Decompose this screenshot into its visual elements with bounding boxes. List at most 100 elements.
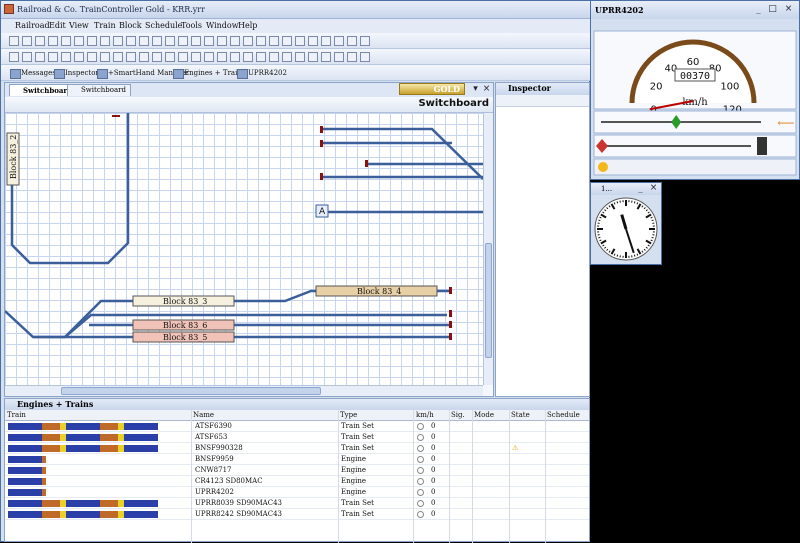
minimize-icon[interactable]: _ bbox=[753, 4, 764, 15]
toolbar-button[interactable] bbox=[347, 52, 357, 62]
col-train[interactable]: Train bbox=[7, 411, 26, 419]
toolbar-button[interactable] bbox=[113, 52, 123, 62]
table-row[interactable]: CNW8717Engine0 bbox=[5, 465, 589, 476]
track-loop-left[interactable] bbox=[12, 113, 128, 263]
toolbar-button[interactable] bbox=[100, 36, 110, 46]
toolbar-button[interactable] bbox=[321, 36, 331, 46]
toolbar-button[interactable] bbox=[217, 52, 227, 62]
col-type[interactable]: Type bbox=[340, 411, 357, 419]
toolbar-button[interactable] bbox=[152, 52, 162, 62]
toolbar-button[interactable] bbox=[230, 36, 240, 46]
toolbar-button[interactable] bbox=[230, 52, 240, 62]
col-schedule[interactable]: Schedule bbox=[547, 411, 580, 419]
toolbar-button[interactable] bbox=[308, 52, 318, 62]
maximize-icon[interactable]: □ bbox=[767, 4, 778, 15]
toolbar-button[interactable] bbox=[74, 36, 84, 46]
toolbar-button[interactable] bbox=[165, 36, 175, 46]
toolbar-button[interactable] bbox=[61, 36, 71, 46]
switchboard-grid[interactable]: A Block 83_2 Block 83_3 Block 83_4 Block… bbox=[5, 113, 483, 385]
toolbar-button[interactable] bbox=[282, 52, 292, 62]
toolbar-button[interactable] bbox=[217, 36, 227, 46]
toolbar-button[interactable] bbox=[347, 36, 357, 46]
horizontal-scrollbar[interactable] bbox=[5, 385, 483, 396]
speed-radio[interactable] bbox=[417, 445, 424, 452]
minimize-icon[interactable]: _ bbox=[635, 183, 646, 194]
col-speed[interactable]: km/h bbox=[416, 411, 434, 419]
menu-block[interactable]: Block bbox=[119, 21, 142, 30]
toolbar-button[interactable] bbox=[256, 52, 266, 62]
menu-edit[interactable]: Edit bbox=[49, 21, 66, 30]
table-row[interactable]: CR4123 SD80MACEngine0 bbox=[5, 476, 589, 487]
toolbar-button[interactable] bbox=[360, 52, 370, 62]
toolbar-button[interactable] bbox=[74, 52, 84, 62]
close-icon[interactable]: × bbox=[783, 4, 794, 15]
toolbar-button[interactable] bbox=[334, 52, 344, 62]
toolbar-button[interactable] bbox=[165, 52, 175, 62]
track-layout[interactable]: A Block 83_2 Block 83_3 Block 83_4 Block… bbox=[5, 113, 483, 385]
toolbar-button[interactable] bbox=[139, 52, 149, 62]
toolbar-button[interactable] bbox=[152, 36, 162, 46]
toolbar-button[interactable] bbox=[204, 52, 214, 62]
toolbar-button[interactable] bbox=[243, 36, 253, 46]
menu-railroad[interactable]: Railroad bbox=[15, 21, 50, 30]
close-icon[interactable]: × bbox=[481, 84, 492, 95]
table-row[interactable]: ATSF653Train Set0 bbox=[5, 432, 589, 443]
table-row[interactable]: UPRR8242 SD90MAC43Train Set0 bbox=[5, 509, 589, 520]
toolbar-button[interactable] bbox=[360, 36, 370, 46]
toolbar-messages[interactable]: Messages bbox=[9, 68, 56, 79]
toolbar-button[interactable] bbox=[269, 52, 279, 62]
toolbar-button[interactable] bbox=[191, 36, 201, 46]
toolbar-button[interactable] bbox=[204, 36, 214, 46]
track-yard-1[interactable] bbox=[322, 129, 483, 179]
scroll-thumb[interactable] bbox=[485, 243, 492, 358]
toolbar-button[interactable] bbox=[35, 52, 45, 62]
close-icon[interactable]: × bbox=[648, 183, 659, 194]
scroll-thumb[interactable] bbox=[61, 387, 321, 395]
headlight-icon[interactable] bbox=[598, 162, 608, 172]
toolbar-uprr4202[interactable]: UPRR4202 bbox=[236, 68, 287, 79]
toolbar-button[interactable] bbox=[48, 36, 58, 46]
toolbar-button[interactable] bbox=[87, 52, 97, 62]
toolbar-engines-trains[interactable]: Engines + Trains bbox=[172, 68, 245, 79]
speed-radio[interactable] bbox=[417, 423, 424, 430]
menu-view[interactable]: View bbox=[69, 21, 89, 30]
speed-radio[interactable] bbox=[417, 456, 424, 463]
table-row[interactable]: ATSF6390Train Set0 bbox=[5, 421, 589, 432]
speed-radio[interactable] bbox=[417, 478, 424, 485]
speed-radio[interactable] bbox=[417, 489, 424, 496]
toolbar-button[interactable] bbox=[243, 52, 253, 62]
speed-radio[interactable] bbox=[417, 434, 424, 441]
toolbar-button[interactable] bbox=[321, 52, 331, 62]
speed-radio[interactable] bbox=[417, 511, 424, 518]
menu-tools[interactable]: Tools bbox=[181, 21, 202, 30]
toolbar-button[interactable] bbox=[100, 52, 110, 62]
toolbar-button[interactable] bbox=[334, 36, 344, 46]
toolbar-button[interactable] bbox=[126, 36, 136, 46]
toolbar-button[interactable] bbox=[269, 36, 279, 46]
menu-help[interactable]: Help bbox=[238, 21, 257, 30]
table-row[interactable]: BNSF990328Train Set0⚠ bbox=[5, 443, 589, 454]
toolbar-button[interactable] bbox=[256, 36, 266, 46]
toolbar-button[interactable] bbox=[113, 36, 123, 46]
toolbar-button[interactable] bbox=[308, 36, 318, 46]
toolbar-button[interactable] bbox=[282, 36, 292, 46]
speed-radio[interactable] bbox=[417, 467, 424, 474]
table-row[interactable]: UPRR8039 SD90MAC43Train Set0 bbox=[5, 498, 589, 509]
toolbar-button[interactable] bbox=[35, 36, 45, 46]
toolbar-button[interactable] bbox=[126, 52, 136, 62]
toolbar-button[interactable] bbox=[178, 36, 188, 46]
toolbar-button[interactable] bbox=[61, 52, 71, 62]
toolbar-button[interactable] bbox=[9, 52, 19, 62]
menu-window[interactable]: Window bbox=[206, 21, 239, 30]
toolbar-button[interactable] bbox=[9, 36, 19, 46]
menu-schedule[interactable]: Schedule bbox=[145, 21, 182, 30]
table-row[interactable]: BNSF9959Engine0 bbox=[5, 454, 589, 465]
toolbar-button[interactable] bbox=[139, 36, 149, 46]
tab-switchboard-2[interactable]: Switchboard bbox=[67, 84, 131, 96]
toolbar-button[interactable] bbox=[87, 36, 97, 46]
menu-train[interactable]: Train bbox=[94, 21, 116, 30]
toolbar-button[interactable] bbox=[22, 52, 32, 62]
col-mode[interactable]: Mode bbox=[474, 411, 494, 419]
col-signal[interactable]: Sig. bbox=[451, 411, 465, 419]
toolbar-button[interactable] bbox=[22, 36, 32, 46]
